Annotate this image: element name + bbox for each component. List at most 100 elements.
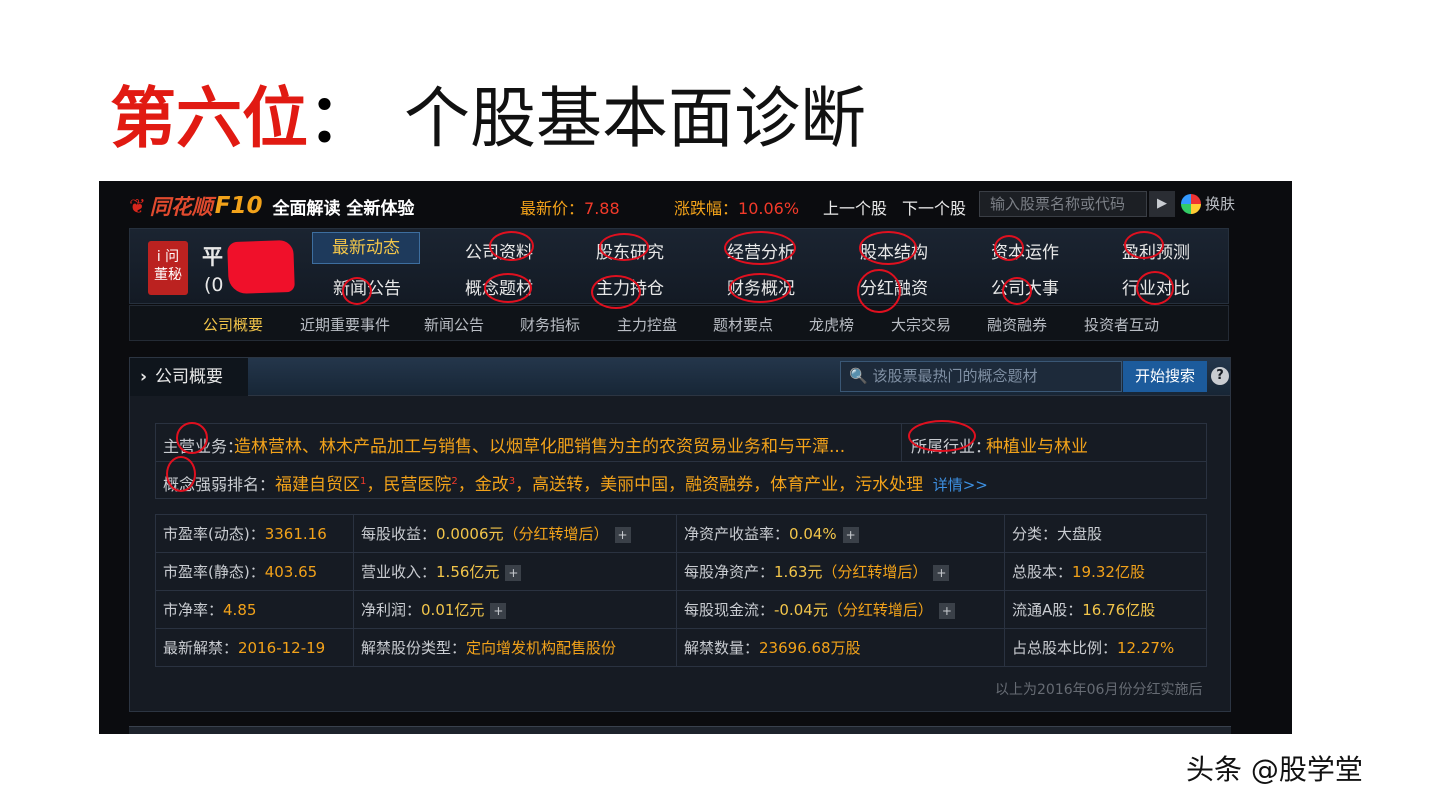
expand-plus-icon[interactable]: + [842,526,859,543]
subnav-news[interactable]: 新闻公告 [424,314,484,335]
expand-plus-icon[interactable]: + [614,526,631,543]
subnav-financial-indicators[interactable]: 财务指标 [520,314,580,335]
tab-industry-compare[interactable]: 行业对比 [1122,274,1190,299]
search-go-icon[interactable]: ▶ [1149,191,1175,217]
category-cell: 分类：大盘股 [1004,514,1207,553]
bvps-note: （分红转增后） [822,563,928,581]
price-value: 7.88 [584,199,620,218]
badge-line1: i 问 [156,249,180,265]
bvps-label: 每股净资产： [684,563,775,581]
subnav-company-summary[interactable]: 公司概要 [203,314,263,335]
eps-cell: 每股收益：0.0006元（分红转增后） + [353,514,677,553]
change-value: 10.06% [738,199,800,218]
slide-topic: 个股基本面诊断 [404,80,866,157]
help-icon[interactable]: ? [1211,367,1229,385]
unlock-date-label: 最新解禁： [163,639,239,657]
bvps-cell: 每股净资产：1.63元（分红转增后） + [676,552,1005,591]
tab-earnings-forecast[interactable]: 盈利预测 [1122,238,1190,263]
sub-nav: 公司概要 近期重要事件 新闻公告 财务指标 主力控盘 题材要点 龙虎榜 大宗交易… [129,305,1229,341]
tab-concepts[interactable]: 概念题材 [465,274,533,299]
concept-rank-line: 概念强弱排名：福建自贸区1，民营医院2，金改3，高送转，美丽中国，融资融券，体育… [163,470,988,495]
expand-plus-icon[interactable]: + [938,602,955,619]
tab-main-holdings[interactable]: 主力持仓 [596,274,664,299]
revenue-label: 营业收入： [361,563,437,581]
divider [901,424,902,461]
table-row: 最新解禁：2016-12-19 解禁股份类型：定向增发机构配售股份 解禁数量：2… [155,628,1207,667]
stock-name: 平 [202,245,223,269]
unlock-amount-label: 解禁数量： [684,639,760,657]
stock-search-input[interactable]: 输入股票名称或代码 [979,191,1147,217]
tab-operations[interactable]: 经营分析 [727,238,795,263]
tab-share-structure[interactable]: 股本结构 [860,238,928,263]
skin-label: 换肤 [1205,195,1236,213]
skin-button[interactable]: 换肤 [1181,193,1235,214]
main-business-row: 主营业务： 造林营林、林木产品加工与销售、以烟草化肥销售为主的农资贸易业务和与平… [156,424,1206,462]
pe-static-cell: 市盈率(静态)：403.65 [155,552,354,591]
ask-secretary-button[interactable]: i 问 董秘 [148,241,188,295]
cfps-value: -0.04元 [774,601,828,619]
concept-search-input[interactable]: 🔍 该股票最热门的概念题材 [840,361,1122,392]
pe-dynamic-label: 市盈率(动态)： [163,525,265,543]
subnav-dragon-tiger[interactable]: 龙虎榜 [809,314,854,335]
tab-announcements[interactable]: 新闻公告 [333,274,401,299]
latest-price: 最新价：7.88 [520,195,620,219]
subnav-margin[interactable]: 融资融券 [987,314,1047,335]
main-business-label: 主营业务： [163,437,244,456]
panel-header: › 公司概要 🔍 该股票最热门的概念题材 开始搜索 ? [130,358,1230,396]
next-stock-link[interactable]: 下一个股 [902,195,966,219]
tab-company-profile[interactable]: 公司资料 [465,238,533,263]
total-shares-value: 19.32亿股 [1072,563,1145,581]
section-title-text: 公司概要 [155,367,224,387]
subnav-investor-interaction[interactable]: 投资者互动 [1084,314,1159,335]
tab-latest-news[interactable]: 最新动态 [312,232,420,264]
concept-rank-label: 概念强弱排名： [163,475,276,494]
revenue-value: 1.56亿元 [436,563,500,581]
redaction-mark [227,239,295,295]
subnav-theme-points[interactable]: 题材要点 [713,314,773,335]
roe-label: 净资产收益率： [684,525,790,543]
table-row: 市盈率(动态)：3361.16 每股收益：0.0006元（分红转增后） + 净资产… [155,514,1207,553]
unlock-amount-cell: 解禁数量：23696.68万股 [676,628,1005,667]
chevron-right-icon: › [140,367,148,387]
unlock-ratio-cell: 占总股本比例：12.27% [1004,628,1207,667]
subnav-control[interactable]: 主力控盘 [617,314,677,335]
net-profit-value: 0.01亿元 [421,601,485,619]
eps-value: 0.0006元 [436,525,504,543]
expand-plus-icon[interactable]: + [933,564,950,581]
subnav-block-trades[interactable]: 大宗交易 [891,314,951,335]
eps-label: 每股收益： [361,525,437,543]
metrics-table: 市盈率(动态)：3361.16 每股收益：0.0006元（分红转增后） + 净资产… [155,514,1207,667]
tab-shareholders[interactable]: 股东研究 [596,238,664,263]
prev-stock-link[interactable]: 上一个股 [823,195,887,219]
table-row: 市盈率(静态)：403.65 营业收入：1.56亿元 + 每股净资产：1.63元（… [155,552,1207,591]
pb-value: 4.85 [223,601,257,619]
concept-sep: ， [457,475,475,495]
logo-name: 同花顺 [149,195,213,219]
concept-3[interactable]: 金改 [475,475,509,495]
unlock-amount-value: 23696.68万股 [759,639,861,657]
concept-1[interactable]: 福建自贸区 [275,475,360,495]
tab-dividends[interactable]: 分红融资 [860,274,928,299]
slide-rank: 第六位 [110,79,308,157]
subnav-recent-events[interactable]: 近期重要事件 [300,314,390,335]
pe-dynamic-cell: 市盈率(动态)：3361.16 [155,514,354,553]
float-shares-label: 流通A股： [1012,601,1083,619]
concept-2[interactable]: 民营医院 [383,475,451,495]
concept-detail-link[interactable]: 详情>> [933,476,988,494]
expand-plus-icon[interactable]: + [505,564,522,581]
footnote: 以上为2016年06月份分红实施后 [995,682,1203,698]
revenue-cell: 营业收入：1.56亿元 + [353,552,677,591]
category-value: 大盘股 [1057,525,1103,543]
pe-static-value: 403.65 [264,563,318,581]
float-shares-value: 16.76亿股 [1082,601,1156,619]
tab-company-events[interactable]: 公司大事 [991,274,1059,299]
logo: ❦ 同花顺 F10 全面解读 全新体验 [129,191,414,221]
price-label: 最新价： [520,199,585,218]
stock-code: (0 [204,274,224,296]
pb-cell: 市净率：4.85 [155,590,354,629]
tab-financial-overview[interactable]: 财务概况 [727,274,795,299]
company-summary-panel: › 公司概要 🔍 该股票最热门的概念题材 开始搜索 ? 主营业务： 造林营林、林木… [129,357,1231,712]
start-search-button[interactable]: 开始搜索 [1123,361,1207,392]
expand-plus-icon[interactable]: + [490,602,507,619]
tab-capital-ops[interactable]: 资本运作 [991,238,1059,263]
